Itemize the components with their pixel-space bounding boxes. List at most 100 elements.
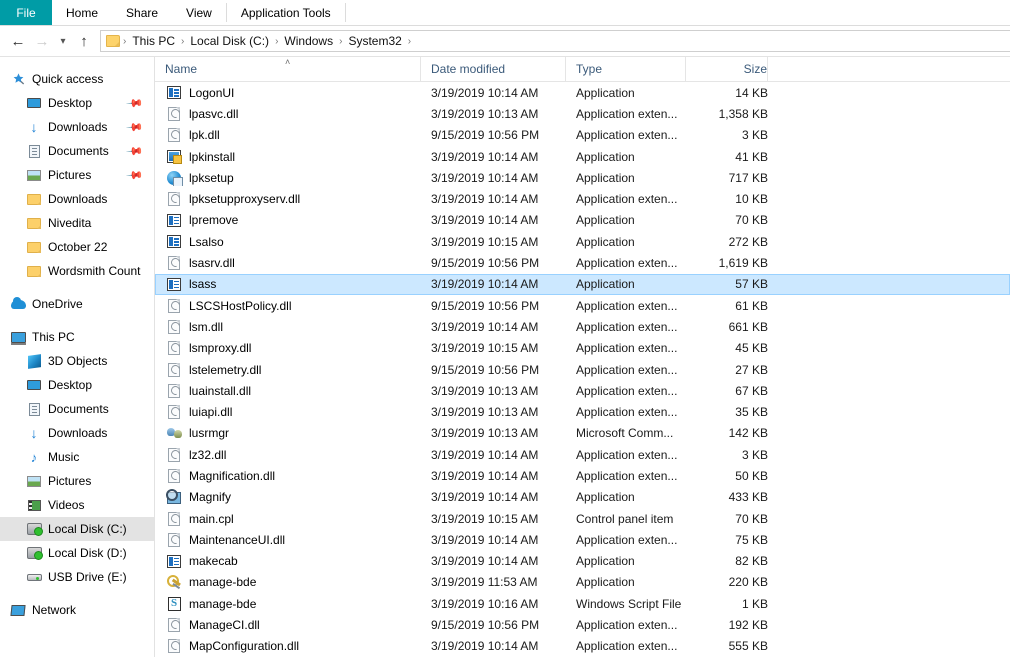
sidebar-group-this-pc[interactable]: This PC xyxy=(0,325,154,349)
table-row[interactable]: ManageCI.dll 9/15/2019 10:56 PM Applicat… xyxy=(155,614,1010,635)
sidebar-item-documents-qa[interactable]: Documents 📌 xyxy=(0,139,154,163)
table-row[interactable]: lpk.dll 9/15/2019 10:56 PM Application e… xyxy=(155,125,1010,146)
dll-icon xyxy=(166,383,182,399)
sidebar-item-downloads-folder[interactable]: Downloads xyxy=(0,187,154,211)
hard-drive-icon xyxy=(26,521,43,537)
table-row[interactable]: main.cpl 3/19/2019 10:15 AM Control pane… xyxy=(155,508,1010,529)
table-row[interactable]: lz32.dll 3/19/2019 10:14 AM Application … xyxy=(155,444,1010,465)
breadcrumb[interactable]: › This PC › Local Disk (C:) › Windows › … xyxy=(100,30,1010,52)
sidebar-item-local-disk-c[interactable]: Local Disk (C:) xyxy=(0,517,154,541)
sidebar-item-documents[interactable]: Documents xyxy=(0,397,154,421)
sidebar-item-downloads[interactable]: ↓ Downloads xyxy=(0,421,154,445)
up-arrow-icon[interactable]: ↑ xyxy=(72,29,96,53)
breadcrumb-item-windows[interactable]: Windows xyxy=(279,34,338,48)
sidebar-item-nivedita[interactable]: Nivedita xyxy=(0,211,154,235)
table-row[interactable]: lpksetupproxyserv.dll 3/19/2019 10:14 AM… xyxy=(155,188,1010,209)
chevron-down-icon[interactable]: ▾ xyxy=(54,29,72,53)
table-row-selected[interactable]: lsass 3/19/2019 10:14 AM Application 57 … xyxy=(155,273,1010,295)
file-type: Application exten... xyxy=(576,319,678,334)
breadcrumb-item-local-disk-c[interactable]: Local Disk (C:) xyxy=(185,34,274,48)
table-row[interactable]: lstelemetry.dll 9/15/2019 10:56 PM Appli… xyxy=(155,359,1010,380)
sidebar-group-quick-access[interactable]: Quick access xyxy=(0,67,154,91)
file-date: 3/19/2019 10:15 AM xyxy=(431,511,539,526)
sidebar-item-desktop-qa[interactable]: Desktop 📌 xyxy=(0,91,154,115)
tab-application-tools[interactable]: Application Tools xyxy=(227,0,345,25)
pin-icon[interactable]: 📌 xyxy=(126,94,145,112)
file-type: Application exten... xyxy=(576,383,678,398)
table-row[interactable]: manage-bde 3/19/2019 10:16 AM Windows Sc… xyxy=(155,593,1010,614)
cube-icon xyxy=(26,353,42,369)
sidebar-item-pictures[interactable]: Pictures xyxy=(0,469,154,493)
download-arrow-icon: ↓ xyxy=(30,119,38,135)
file-size: 10 KB xyxy=(735,192,768,207)
pin-icon[interactable]: 📌 xyxy=(126,142,145,160)
tab-share[interactable]: Share xyxy=(112,0,172,25)
table-row[interactable]: MapConfiguration.dll 3/19/2019 10:14 AM … xyxy=(155,636,1010,657)
file-type: Windows Script File xyxy=(576,596,682,611)
sidebar-item-pictures-qa[interactable]: Pictures 📌 xyxy=(0,163,154,187)
pin-icon[interactable]: 📌 xyxy=(126,166,145,184)
column-header-date-modified[interactable]: Date modified xyxy=(420,57,565,82)
monitor-icon xyxy=(26,95,42,111)
table-row[interactable]: Lsalso 3/19/2019 10:15 AM Application 27… xyxy=(155,231,1010,252)
column-header-name[interactable]: Name ˄ xyxy=(155,57,420,82)
table-row[interactable]: luainstall.dll 3/19/2019 10:13 AM Applic… xyxy=(155,380,1010,401)
sidebar-item-downloads-qa[interactable]: ↓ Downloads 📌 xyxy=(0,115,154,139)
file-date: 3/19/2019 10:14 AM xyxy=(431,319,539,334)
breadcrumb-item-system32[interactable]: System32 xyxy=(343,34,406,48)
tab-home[interactable]: Home xyxy=(52,0,112,25)
sidebar-group-onedrive[interactable]: OneDrive xyxy=(0,292,154,316)
sidebar-item-label: USB Drive (E:) xyxy=(48,570,127,584)
file-type: Application xyxy=(576,277,635,292)
sidebar-group-network[interactable]: Network xyxy=(0,598,154,622)
table-row[interactable]: lpkinstall 3/19/2019 10:14 AM Applicatio… xyxy=(155,146,1010,167)
table-row[interactable]: lsmproxy.dll 3/19/2019 10:15 AM Applicat… xyxy=(155,338,1010,359)
column-header-size[interactable]: Size xyxy=(685,57,767,82)
breadcrumb-item-this-pc[interactable]: This PC xyxy=(127,34,180,48)
file-type: Control panel item xyxy=(576,511,674,526)
sidebar-item-october-22[interactable]: October 22 xyxy=(0,235,154,259)
sidebar-item-label: Nivedita xyxy=(48,216,92,230)
table-row[interactable]: MaintenanceUI.dll 3/19/2019 10:14 AM App… xyxy=(155,529,1010,550)
table-row[interactable]: LSCSHostPolicy.dll 9/15/2019 10:56 PM Ap… xyxy=(155,295,1010,316)
table-row[interactable]: luiapi.dll 3/19/2019 10:13 AM Applicatio… xyxy=(155,401,1010,422)
table-row[interactable]: Magnification.dll 3/19/2019 10:14 AM App… xyxy=(155,465,1010,486)
table-row[interactable]: Magnify 3/19/2019 10:14 AM Application 4… xyxy=(155,487,1010,508)
file-size: 1,358 KB xyxy=(718,106,768,121)
file-size: 220 KB xyxy=(728,575,768,590)
table-row[interactable]: lsasrv.dll 9/15/2019 10:56 PM Applicatio… xyxy=(155,252,1010,273)
back-arrow-icon[interactable]: ← xyxy=(6,29,30,53)
sidebar-item-usb-drive-e[interactable]: USB Drive (E:) xyxy=(0,565,154,589)
sidebar-item-wordsmith-count[interactable]: Wordsmith Count xyxy=(0,259,154,283)
dll-icon xyxy=(166,532,182,548)
file-size: 57 KB xyxy=(735,277,768,292)
sidebar-item-desktop[interactable]: Desktop xyxy=(0,373,154,397)
file-name-cell: lpremove xyxy=(156,212,421,228)
file-size: 61 KB xyxy=(735,298,768,313)
pin-icon[interactable]: 📌 xyxy=(126,118,145,136)
file-date: 9/15/2019 10:56 PM xyxy=(431,618,540,633)
tab-view[interactable]: View xyxy=(172,0,226,25)
column-header-type[interactable]: Type xyxy=(565,57,685,82)
forward-arrow-icon[interactable]: → xyxy=(30,29,54,53)
file-name: lpksetup xyxy=(189,170,234,185)
table-row[interactable]: manage-bde 3/19/2019 11:53 AM Applicatio… xyxy=(155,572,1010,593)
table-row[interactable]: lpksetup 3/19/2019 10:14 AM Application … xyxy=(155,167,1010,188)
table-row[interactable]: LogonUI 3/19/2019 10:14 AM Application 1… xyxy=(155,82,1010,103)
file-date: 3/19/2019 10:14 AM xyxy=(431,170,539,185)
sidebar-item-local-disk-d[interactable]: Local Disk (D:) xyxy=(0,541,154,565)
column-header-name-label: Name xyxy=(165,62,198,76)
table-row[interactable]: lusrmgr 3/19/2019 10:13 AM Microsoft Com… xyxy=(155,423,1010,444)
table-row[interactable]: lsm.dll 3/19/2019 10:14 AM Application e… xyxy=(155,316,1010,337)
table-row[interactable]: makecab 3/19/2019 10:14 AM Application 8… xyxy=(155,551,1010,572)
sidebar-item-videos[interactable]: Videos xyxy=(0,493,154,517)
table-row[interactable]: lpremove 3/19/2019 10:14 AM Application … xyxy=(155,210,1010,231)
sidebar-item-music[interactable]: ♪ Music xyxy=(0,445,154,469)
tab-file[interactable]: File xyxy=(0,0,52,25)
file-date: 9/15/2019 10:56 PM xyxy=(431,256,540,271)
file-date: 3/19/2019 10:14 AM xyxy=(431,532,539,547)
dll-icon xyxy=(166,447,182,463)
sidebar-item-3d-objects[interactable]: 3D Objects xyxy=(0,349,154,373)
table-row[interactable]: lpasvc.dll 3/19/2019 10:13 AM Applicatio… xyxy=(155,103,1010,124)
file-type: Application xyxy=(576,234,635,249)
